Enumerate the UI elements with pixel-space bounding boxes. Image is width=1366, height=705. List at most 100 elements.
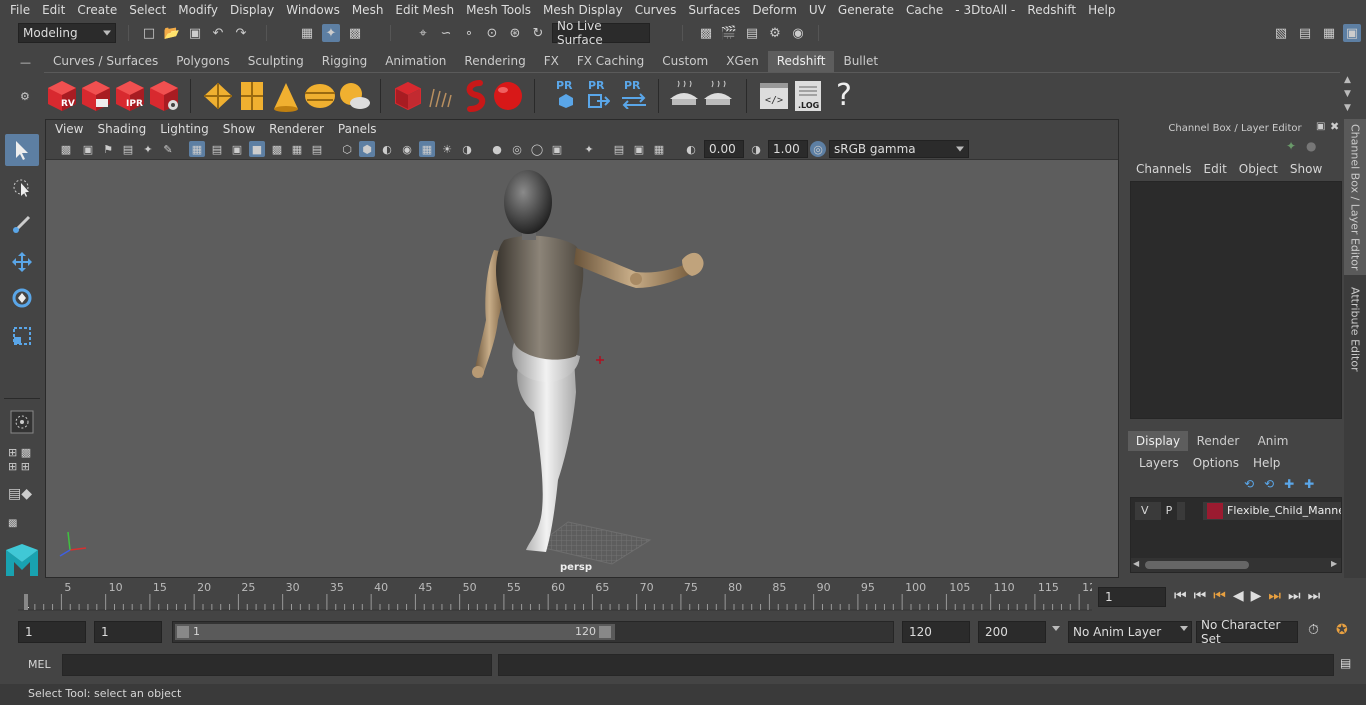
auto-key-icon[interactable]: ⏱	[1308, 622, 1319, 638]
redshift-batch-render-icon[interactable]	[80, 79, 112, 113]
camera-select-icon[interactable]: ▩	[58, 141, 74, 157]
default-material-icon[interactable]: ◐	[379, 141, 395, 157]
undo-icon[interactable]: ↶	[209, 24, 227, 42]
layer-help-menu[interactable]: Help	[1246, 456, 1287, 470]
modeling-toolkit-icon[interactable]: ▧	[1272, 24, 1290, 42]
scroll-left-icon[interactable]: ◀	[1133, 559, 1139, 568]
layer-name[interactable]: Flexible_Child_Mannequin	[1227, 504, 1341, 517]
paint-select-tool-icon[interactable]	[5, 208, 39, 240]
layout-single-icon[interactable]: ⊞ ▩ ⊞ ⊞	[8, 446, 31, 474]
gamma-icon[interactable]: ◑	[748, 141, 764, 157]
scrollbar-thumb[interactable]	[1145, 561, 1249, 569]
select-hierarchy-icon[interactable]: ▦	[298, 24, 316, 42]
menu-generate[interactable]: Generate	[832, 3, 900, 17]
layer-action-icons[interactable]: ⟲⟲✚✚	[1244, 477, 1324, 491]
exposure-icon[interactable]: ◐	[683, 141, 699, 157]
redshift-sphere-icon[interactable]	[492, 79, 524, 113]
workspace-dropdown[interactable]: Modeling	[18, 23, 116, 43]
layer-playback-toggle[interactable]: P	[1161, 502, 1177, 520]
animation-start-field[interactable]: 1	[18, 621, 86, 643]
film-gate-icon[interactable]: ▤	[209, 141, 225, 157]
channel-object-menu[interactable]: Object	[1233, 162, 1284, 176]
open-scene-icon[interactable]: 📂	[163, 24, 181, 42]
shelf-menu-icon[interactable]: —	[20, 56, 34, 69]
range-end-grip[interactable]	[599, 626, 611, 638]
make-live-icon[interactable]: ↻	[529, 24, 547, 42]
redshift-sun-sky-icon[interactable]	[338, 79, 370, 113]
range-options-arrow[interactable]	[1052, 626, 1060, 631]
time-ruler[interactable]: 1510152025303540455055606570758085909510…	[18, 580, 1096, 612]
step-forward-icon[interactable]: ⏭	[1288, 588, 1301, 604]
use-all-lights-icon[interactable]: ☀	[439, 141, 455, 157]
shelf-tab-rendering[interactable]: Rendering	[455, 51, 535, 72]
menu-display[interactable]: Display	[224, 3, 280, 17]
layer-tab-render[interactable]: Render	[1188, 431, 1248, 451]
menu-help[interactable]: Help	[1082, 3, 1121, 17]
snap-curve-icon[interactable]: ∽	[437, 24, 455, 42]
smooth-shade-icon[interactable]: ⬢	[359, 141, 375, 157]
camera-attributes-icon[interactable]: ▣	[80, 141, 96, 157]
shadows-icon[interactable]: ◑	[459, 141, 475, 157]
script-language-toggle[interactable]: MEL	[28, 658, 51, 671]
layer-horizontal-scrollbar[interactable]: ◀ ▶	[1131, 558, 1341, 572]
redshift-ies-light-icon[interactable]	[270, 79, 302, 113]
safe-title-icon[interactable]: ▤	[309, 141, 325, 157]
xray-joints-icon[interactable]: ▣	[631, 141, 647, 157]
range-slider-handle[interactable]: 1 120	[175, 624, 615, 640]
attribute-editor-toggle-icon[interactable]: ▤	[1296, 24, 1314, 42]
shelf-scroll-down-icon[interactable]: ▼	[1344, 89, 1351, 99]
menu-mesh-tools[interactable]: Mesh Tools	[460, 3, 537, 17]
new-scene-icon[interactable]: □	[140, 24, 158, 42]
play-backwards-icon[interactable]: ◀	[1233, 588, 1244, 604]
menu-mesh-display[interactable]: Mesh Display	[537, 3, 629, 17]
menu-file[interactable]: File	[4, 3, 36, 17]
redshift-volume-icon[interactable]	[460, 79, 492, 113]
viewport-menu-shading[interactable]: Shading	[90, 122, 153, 136]
render-view-icon[interactable]: ▩	[697, 24, 715, 42]
live-surface-field[interactable]: No Live Surface	[552, 19, 650, 47]
ipr-render-icon[interactable]: ▤	[743, 24, 761, 42]
rotate-tool-icon[interactable]	[5, 282, 39, 314]
scale-tool-icon[interactable]	[5, 320, 39, 352]
snap-surface-icon[interactable]: ⊛	[506, 24, 524, 42]
script-editor-icon[interactable]: ▤	[1340, 656, 1351, 670]
2d-pan-zoom-icon[interactable]: ✦	[140, 141, 156, 157]
screen-space-ao-icon[interactable]: ●	[489, 141, 505, 157]
layer-color-swatch[interactable]	[1207, 503, 1223, 519]
select-component-icon[interactable]: ▩	[346, 24, 364, 42]
redshift-render-settings-icon[interactable]	[148, 79, 180, 113]
redshift-hair-icon[interactable]	[424, 79, 456, 113]
gamma-field[interactable]: 1.00	[768, 140, 808, 158]
shelf-tab-animation[interactable]: Animation	[376, 51, 456, 72]
shelf-tab-fx-caching[interactable]: FX Caching	[567, 51, 654, 72]
anim-layer-arrow[interactable]	[1180, 626, 1188, 631]
layer-options-menu[interactable]: Options	[1186, 456, 1246, 470]
range-start-grip[interactable]	[177, 626, 189, 638]
go-to-start-icon[interactable]: ⏮	[1174, 588, 1187, 604]
current-frame-field[interactable]: 1	[1098, 587, 1166, 607]
render-frame-icon[interactable]: 🎬	[720, 24, 738, 42]
grease-pencil-icon[interactable]: ✎	[160, 141, 176, 157]
grid-toggle-icon[interactable]: ▦	[189, 141, 205, 157]
menu-modify[interactable]: Modify	[172, 3, 224, 17]
wireframe-on-shaded-icon[interactable]: ◉	[399, 141, 415, 157]
viewport-menu-show[interactable]: Show	[216, 122, 262, 136]
menu-deform[interactable]: Deform	[746, 3, 803, 17]
channel-list-area[interactable]	[1130, 181, 1342, 419]
redshift-proxy-icon[interactable]	[392, 79, 424, 113]
shelf-tab-sculpting[interactable]: Sculpting	[238, 51, 313, 72]
animation-end-field[interactable]: 200	[978, 621, 1046, 643]
layer-tab-anim[interactable]: Anim	[1248, 431, 1298, 451]
menu-3dtoall[interactable]: - 3DtoAll -	[949, 3, 1021, 17]
redshift-render-view-icon[interactable]: RV	[46, 79, 78, 113]
shelf-settings-icon[interactable]: ⚙	[20, 90, 34, 104]
menu-edit-mesh[interactable]: Edit Mesh	[389, 3, 460, 17]
soft-select-icon[interactable]	[5, 406, 39, 438]
shelf-tab-polygons[interactable]: Polygons	[167, 51, 239, 72]
channel-show-menu[interactable]: Show	[1284, 162, 1328, 176]
layer-visibility-toggle[interactable]: V	[1141, 504, 1149, 517]
animation-preferences-icon[interactable]: ✪	[1336, 622, 1348, 638]
time-slider[interactable]: 1510152025303540455055606570758085909510…	[18, 580, 1096, 612]
select-object-icon[interactable]: ✦	[322, 24, 340, 42]
shelf-tab-fx[interactable]: FX	[534, 51, 568, 72]
